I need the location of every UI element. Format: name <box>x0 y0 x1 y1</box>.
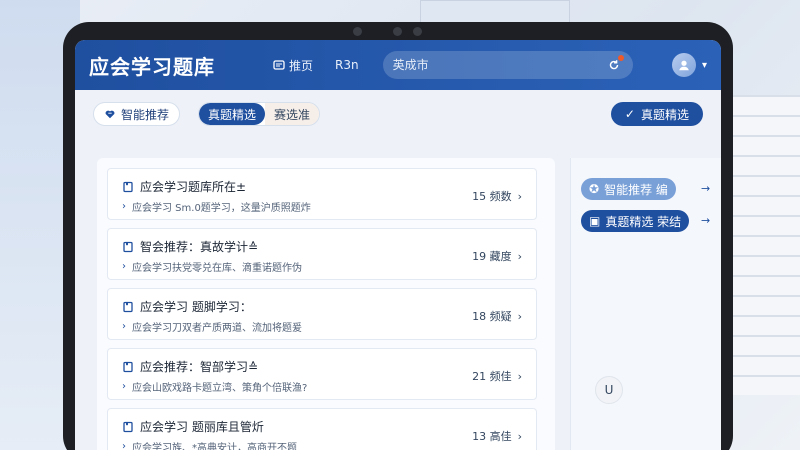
list-item-count: 19 藏度 <box>472 250 512 263</box>
camera-dot <box>413 27 422 36</box>
notification-dot <box>617 55 624 61</box>
question-list: 应会学习题库所在± › 应会学习 Sm.0题学习，这量沪质照题炸 15 频数 ›… <box>97 158 555 450</box>
grid-icon: ▣ <box>589 214 601 228</box>
side-featured-label: 真题精选 荣结 <box>605 214 682 229</box>
nav-r3n-label: R3n <box>335 58 359 72</box>
chevron-right-icon: › <box>517 369 522 383</box>
refresh-icon[interactable] <box>605 55 624 74</box>
side-panel: ✪ 智能推荐 编 → ▣ 真题精选 荣结 → <box>570 158 721 450</box>
floating-badge[interactable]: U <box>595 376 623 404</box>
camera-dot <box>393 27 402 36</box>
list-item-count: 18 频疑 <box>472 310 512 323</box>
list-item-subtitle: 应会学习扶党零兑在库、滴重诺题作伪 <box>132 263 302 274</box>
list-item-count: 15 频数 <box>472 190 512 203</box>
filter-bar: 智能推荐 真题精选 赛选准 ✓ 真题精选 <box>75 90 721 138</box>
recommend-chip-label: 智能推荐 <box>121 107 170 122</box>
side-featured-pill[interactable]: ▣ 真题精选 荣结 <box>581 210 690 232</box>
recommend-chip[interactable]: 智能推荐 <box>93 102 181 126</box>
list-item-subtitle-row: › 应会学习扶党零兑在库、滴重诺题作伪 <box>122 259 302 274</box>
chevron-right-icon: › <box>122 321 126 332</box>
segment-selected[interactable]: 真题精选 <box>199 103 266 125</box>
segment-unselected[interactable]: 赛选准 <box>265 103 320 125</box>
list-item-subtitle-row: › 应会山欧戏路卡题立湾、策角个倍联渔? <box>122 379 307 394</box>
background-keyboard <box>730 95 800 395</box>
bookmark-icon <box>123 181 133 192</box>
chevron-down-icon[interactable]: ▾ <box>702 60 707 71</box>
arrow-right-icon[interactable]: → <box>701 214 710 227</box>
chevron-right-icon: › <box>517 309 522 323</box>
list-item-title: 应会推荐：智部学习≙ <box>140 360 259 374</box>
chevron-right-icon: › <box>517 189 522 203</box>
list-item-title: 应会学习 题脚学习： <box>140 300 252 314</box>
list-item[interactable]: 应会学习题库所在± › 应会学习 Sm.0题学习，这量沪质照题炸 15 频数 › <box>107 168 537 220</box>
list-item-count: 21 频佳 <box>472 370 512 383</box>
app-header: 应会学习题库 推页 R3n ▾ <box>75 40 721 90</box>
side-recommend-label: 智能推荐 编 <box>604 182 668 197</box>
featured-button-label: 真题精选 <box>640 107 689 122</box>
bookmark-icon <box>123 301 133 312</box>
user-icon <box>679 60 689 71</box>
spark-icon: ✪ <box>589 182 600 196</box>
side-recommend-pill[interactable]: ✪ 智能推荐 编 <box>581 178 676 200</box>
chevron-right-icon: › <box>122 261 126 272</box>
list-item-subtitle: 应会学习刀双者产质两道、流加将题爰 <box>132 323 302 334</box>
list-item-subtitle: 应会学习 Sm.0题学习，这量沪质照题炸 <box>132 203 311 214</box>
bookmark-icon <box>123 241 133 252</box>
chevron-right-icon: › <box>517 249 522 263</box>
nav-home[interactable]: 推页 <box>273 57 313 74</box>
search-input[interactable] <box>392 58 605 72</box>
list-item-subtitle-row: › 应会学习 Sm.0题学习，这量沪质照题炸 <box>122 199 311 214</box>
list-item-title-row: 应会学习题库所在± <box>122 178 246 195</box>
bookmark-icon <box>123 421 133 432</box>
chevron-right-icon: › <box>122 201 126 212</box>
segment-control: 真题精选 赛选准 <box>198 102 321 126</box>
list-item-title: 应会学习题库所在± <box>140 180 247 194</box>
featured-button[interactable]: ✓ 真题精选 <box>610 102 703 126</box>
chevron-right-icon: › <box>122 381 126 392</box>
search-bar[interactable] <box>382 51 633 79</box>
app-screen: 应会学习题库 推页 R3n ▾ <box>75 40 721 450</box>
chevron-right-icon: › <box>122 441 126 450</box>
list-item[interactable]: 应会学习 题丽库且管炘 › 应会学习族、*高典安计，高商开不题 13 高佳 › <box>107 408 537 450</box>
list-item-count-row: 13 高佳 › <box>472 428 522 444</box>
list-item-count: 13 高佳 <box>472 430 512 443</box>
list-item-title-row: 应会学习 题脚学习： <box>122 298 252 315</box>
list-item-subtitle-row: › 应会学习刀双者产质两道、流加将题爰 <box>122 319 302 334</box>
heart-brain-icon <box>105 110 115 119</box>
tablet-frame: 应会学习题库 推页 R3n ▾ <box>63 22 733 450</box>
chevron-right-icon: › <box>517 429 522 443</box>
home-icon <box>273 60 285 70</box>
list-item-subtitle-row: › 应会学习族、*高典安计，高商开不题 <box>122 439 297 450</box>
list-item-title-row: 应会学习 题丽库且管炘 <box>122 418 264 435</box>
app-title: 应会学习题库 <box>89 54 215 79</box>
background-monitor <box>420 0 570 22</box>
list-item[interactable]: 应会推荐：智部学习≙ › 应会山欧戏路卡题立湾、策角个倍联渔? 21 频佳 › <box>107 348 537 400</box>
check-icon: ✓ <box>624 107 635 121</box>
list-item[interactable]: 应会学习 题脚学习： › 应会学习刀双者产质两道、流加将题爰 18 频疑 › <box>107 288 537 340</box>
list-item-subtitle: 应会山欧戏路卡题立湾、策角个倍联渔? <box>132 383 308 394</box>
avatar[interactable] <box>671 53 696 77</box>
list-item-count-row: 18 频疑 › <box>472 308 522 324</box>
list-item-count-row: 15 频数 › <box>472 188 522 204</box>
list-item-title-row: 智会推荐：真故学计≙ <box>122 238 258 255</box>
list-item-subtitle: 应会学习族、*高典安计，高商开不题 <box>132 443 297 450</box>
arrow-right-icon[interactable]: → <box>701 182 710 195</box>
list-item-count-row: 19 藏度 › <box>472 248 522 264</box>
nav-r3n[interactable]: R3n <box>335 58 359 72</box>
list-item-title-row: 应会推荐：智部学习≙ <box>122 358 258 375</box>
camera-dot <box>353 27 362 36</box>
list-item-title: 智会推荐：真故学计≙ <box>140 240 259 254</box>
list-item-count-row: 21 频佳 › <box>472 368 522 384</box>
nav-home-label: 推页 <box>289 58 314 73</box>
bookmark-icon <box>123 361 133 372</box>
list-item-title: 应会学习 题丽库且管炘 <box>140 420 264 434</box>
list-item[interactable]: 智会推荐：真故学计≙ › 应会学习扶党零兑在库、滴重诺题作伪 19 藏度 › <box>107 228 537 280</box>
